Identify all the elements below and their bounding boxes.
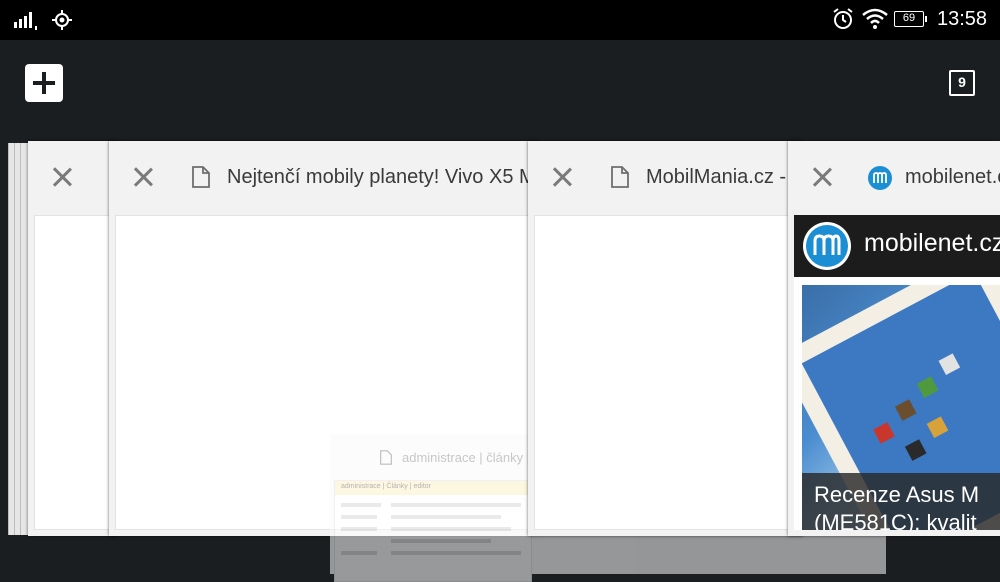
tab-preview — [34, 215, 112, 530]
document-icon — [611, 166, 629, 188]
location-icon — [52, 10, 72, 30]
tab-card-header: mobilenet.cz — [788, 141, 1000, 215]
tab-card[interactable]: mobilenet.cz mobilenet.cz — [788, 141, 1000, 536]
mobilenet-logo-icon — [803, 222, 851, 270]
mobilenet-header: mobilenet.cz — [794, 215, 1000, 277]
mobilenet-favicon — [868, 166, 892, 190]
tab-card-header — [28, 141, 118, 215]
ghost-tab-title: administrace | články | e — [402, 450, 541, 465]
close-icon[interactable] — [133, 167, 153, 187]
tab-card-header: MobilMania.cz - — [528, 141, 803, 215]
tab-card[interactable] — [28, 141, 118, 536]
close-icon[interactable] — [52, 167, 72, 187]
ghost-page-header: administrace | Články | editor — [341, 483, 432, 490]
signal-icon — [14, 12, 37, 30]
mobilenet-site-name: mobilenet.cz — [864, 229, 1000, 257]
article-title-line1: Recenze Asus M — [814, 482, 980, 507]
tab-preview: mobilenet.cz Recenze Asus M (ME581C): kv… — [794, 215, 1000, 530]
new-tab-button[interactable] — [25, 64, 63, 102]
tab-switcher-count[interactable]: 9 — [949, 70, 975, 96]
alarm-icon — [833, 8, 853, 29]
tab-title: Nejtenčí mobily planety! Vivo X5 M — [227, 166, 529, 188]
close-icon[interactable] — [812, 167, 832, 187]
clock: 13:58 — [937, 8, 988, 30]
article-title-line2: (ME581C): kvalit — [814, 510, 977, 530]
tab-card[interactable]: MobilMania.cz - — [528, 141, 803, 536]
tab-title: MobilMania.cz - — [646, 166, 787, 188]
status-bar: 69 13:58 — [0, 0, 1000, 40]
tab-preview — [534, 215, 797, 530]
article-caption[interactable]: Recenze Asus M (ME581C): kvalit — [802, 473, 1000, 530]
wifi-icon — [862, 8, 888, 29]
tab-card-header: Nejtenčí mobily planety! Vivo X5 M — [109, 141, 539, 215]
tab-title: mobilenet.cz — [905, 166, 1000, 188]
document-icon — [192, 166, 210, 188]
close-icon[interactable] — [552, 167, 572, 187]
ghost-tab-preview: administrace | Články | editor — [334, 480, 532, 582]
document-icon — [380, 450, 392, 465]
battery-icon: 69 — [894, 11, 927, 27]
